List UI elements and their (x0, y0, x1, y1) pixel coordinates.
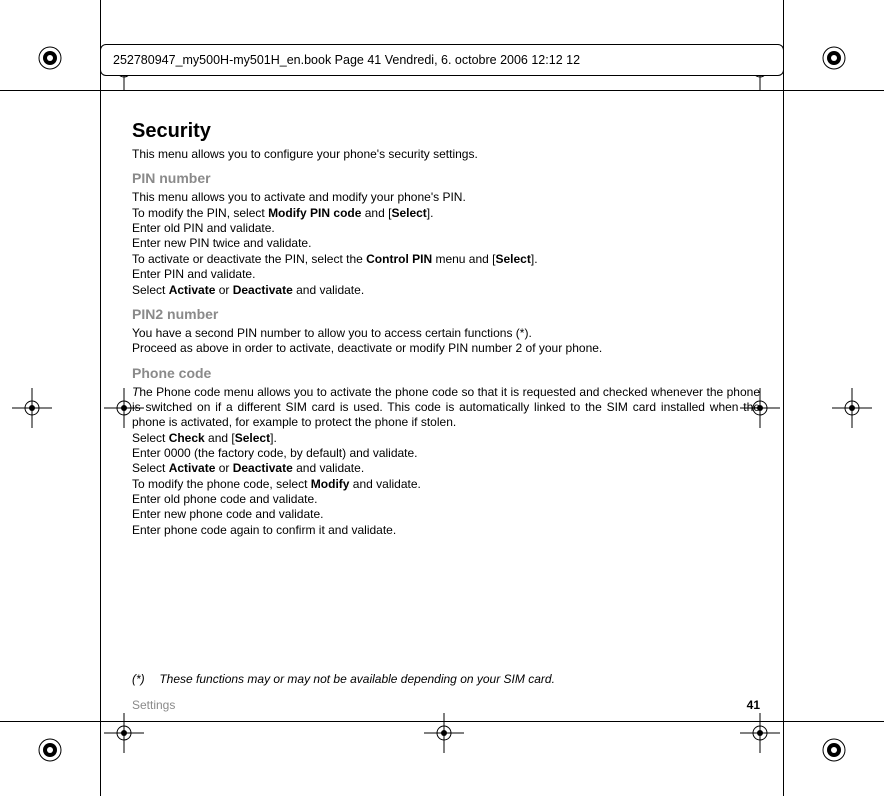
intro-text: This menu allows you to configure your p… (132, 147, 760, 162)
registration-mark-icon (38, 738, 62, 762)
registration-mark-icon (822, 46, 846, 70)
heading-pin2-number: PIN2 number (132, 306, 760, 322)
body-text: To modify the PIN, select Modify PIN cod… (132, 206, 760, 221)
footnote-text: These functions may or may not be availa… (159, 672, 555, 686)
body-text: The Phone code menu allows you to activa… (132, 385, 760, 431)
heading-phone-code: Phone code (132, 365, 760, 381)
crosshair-mark-icon (12, 388, 52, 433)
heading-pin-number: PIN number (132, 170, 760, 186)
body-text: Enter 0000 (the factory code, by default… (132, 446, 760, 461)
body-text: You have a second PIN number to allow yo… (132, 326, 760, 341)
body-text: Select Activate or Deactivate and valida… (132, 461, 760, 476)
body-text: Select Activate or Deactivate and valida… (132, 283, 760, 298)
page-number: 41 (747, 698, 760, 712)
heading-security: Security (132, 120, 760, 143)
registration-mark-icon (822, 738, 846, 762)
crop-line-left (100, 0, 101, 796)
body-text: To modify the phone code, select Modify … (132, 477, 760, 492)
footer-section: Settings (132, 698, 175, 712)
crosshair-mark-icon (424, 713, 464, 758)
body-text: Enter phone code again to confirm it and… (132, 523, 760, 538)
body-text: Enter old PIN and validate. (132, 221, 760, 236)
crosshair-mark-icon (740, 713, 780, 758)
registration-mark-icon (38, 46, 62, 70)
body-text: This menu allows you to activate and mod… (132, 190, 760, 205)
body-text: Enter old phone code and validate. (132, 492, 760, 507)
page-body: Security This menu allows you to configu… (132, 120, 760, 716)
header-slug: 252780947_my500H-my501H_en.book Page 41 … (100, 44, 784, 76)
crop-line-right (783, 0, 784, 796)
body-text: Proceed as above in order to activate, d… (132, 341, 760, 356)
body-text: Enter new PIN twice and validate. (132, 236, 760, 251)
body-text: Enter PIN and validate. (132, 267, 760, 282)
crosshair-mark-icon (104, 713, 144, 758)
body-text: Select Check and [Select]. (132, 431, 760, 446)
footnote: (*) These functions may or may not be av… (132, 672, 760, 686)
body-text: To activate or deactivate the PIN, selec… (132, 252, 760, 267)
crosshair-mark-icon (832, 388, 872, 433)
header-slug-text: 252780947_my500H-my501H_en.book Page 41 … (113, 53, 580, 67)
footnote-mark: (*) (132, 672, 156, 686)
body-text: Enter new phone code and validate. (132, 507, 760, 522)
running-footer: Settings 41 (132, 698, 760, 712)
